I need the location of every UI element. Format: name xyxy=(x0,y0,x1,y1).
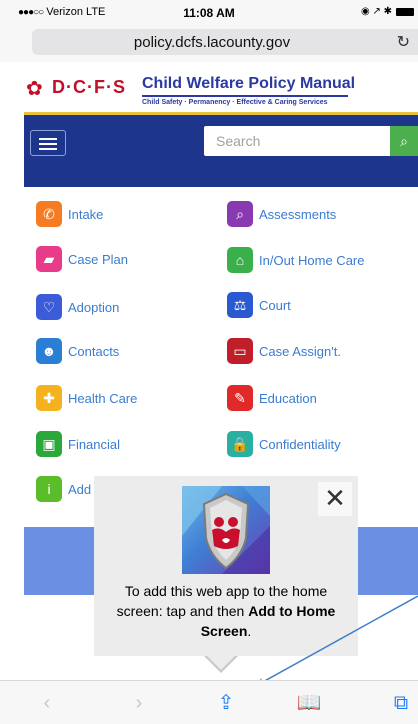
menu-item-case-plan[interactable]: ▰ Case Plan xyxy=(36,246,128,272)
medical-kit-icon: ✚ xyxy=(36,385,62,411)
menu-item-label: Contacts xyxy=(68,343,120,359)
title-underline xyxy=(142,95,348,97)
menu-item-add[interactable]: i Add xyxy=(36,476,91,502)
menu-item-financial[interactable]: ▣ Financial xyxy=(36,431,120,457)
menu-item-label: Confidentiality xyxy=(259,436,341,452)
menu-item-case-assign[interactable]: ▭ Case Assign't. xyxy=(227,338,341,364)
phone-icon: ✆ xyxy=(36,201,62,227)
folder-icon: ▰ xyxy=(36,246,62,272)
battery-icon xyxy=(396,7,414,16)
menu-item-intake[interactable]: ✆ Intake xyxy=(36,201,103,227)
menu-item-adoption[interactable]: ♡ Adoption xyxy=(36,294,119,320)
status-icons-text: ◉ ↗ ✱ xyxy=(360,6,392,17)
menu-item-education[interactable]: ✎ Education xyxy=(227,385,317,411)
folder-open-icon: ▭ xyxy=(227,338,253,364)
browser-toolbar: ‹ › ⇪ 📖 ⧉ xyxy=(0,680,418,724)
site-title[interactable]: Child Welfare Policy Manual xyxy=(142,75,355,93)
menu-item-court[interactable]: ⚖ Court xyxy=(227,292,291,318)
popup-text-middle: and then xyxy=(185,603,249,619)
menu-item-assessments[interactable]: ⌕ Assessments xyxy=(227,201,336,227)
info-icon: i xyxy=(36,476,62,502)
reload-icon[interactable]: ↻ xyxy=(397,32,410,52)
nav-bar: ⌕ xyxy=(24,112,418,187)
lock-icon: 🔒 xyxy=(227,431,253,457)
bookmarks-icon: 📖 xyxy=(296,692,322,714)
search-button[interactable]: ⌕ xyxy=(390,126,418,156)
back-button[interactable]: ‹ xyxy=(32,689,62,717)
url-text: policy.dcfs.lacounty.gov xyxy=(133,34,291,51)
menu-item-label: Financial xyxy=(68,436,121,452)
back-icon: ‹ xyxy=(43,692,51,714)
search-input[interactable] xyxy=(204,126,390,156)
menu-item-label: Case Assign't. xyxy=(259,343,341,359)
bookmarks-button[interactable]: 📖 xyxy=(294,689,324,717)
menu-bar-icon xyxy=(39,138,57,140)
menu-item-confidentiality[interactable]: 🔒 Confidentiality xyxy=(227,431,341,457)
money-icon: ▣ xyxy=(36,431,62,457)
logo-text[interactable]: D·C·F·S xyxy=(52,77,126,98)
search-icon: ⌕ xyxy=(227,201,253,227)
menu-item-label: Health Care xyxy=(68,390,138,406)
address-bar: policy.dcfs.lacounty.gov ↻ xyxy=(0,24,418,62)
close-popup-button[interactable]: ✕ xyxy=(318,482,352,516)
menu-bar-icon xyxy=(39,148,57,150)
menu-item-label: Assessments xyxy=(259,206,337,222)
forward-icon: › xyxy=(135,692,143,714)
tabs-icon: ⧉ xyxy=(393,692,409,714)
popup-text-end: . xyxy=(247,623,252,639)
menu-item-label: Add xyxy=(68,481,92,497)
menu-item-label: Case Plan xyxy=(68,251,128,267)
forward-button[interactable]: › xyxy=(124,689,154,717)
hamburger-menu-button[interactable] xyxy=(30,130,66,156)
menu-item-label: Intake xyxy=(68,206,104,222)
popup-instructions: To add this web app to the home screen: … xyxy=(102,581,350,641)
tabs-button[interactable]: ⧉ xyxy=(386,689,416,717)
status-time: 11:08 AM xyxy=(183,6,235,20)
shield-icon xyxy=(182,486,270,574)
menu-item-label: In/Out Home Care xyxy=(259,252,365,268)
add-to-home-popup: ✕ To add this web app to the home screen… xyxy=(94,476,358,656)
share-button[interactable]: ⇪ xyxy=(211,689,241,717)
menu-item-in-out-home-care[interactable]: ⌂ In/Out Home Care xyxy=(227,247,365,273)
menu-item-health-care[interactable]: ✚ Health Care xyxy=(36,385,137,411)
heart-icon: ♡ xyxy=(36,294,62,320)
pencil-icon: ✎ xyxy=(227,385,253,411)
status-icons: ◉ ↗ ✱ xyxy=(361,6,414,17)
popup-arrow xyxy=(207,656,235,670)
contacts-icon: ☻ xyxy=(36,338,62,364)
menu-item-label: Education xyxy=(259,390,317,406)
home-icon: ⌂ xyxy=(227,247,253,273)
menu-item-label: Adoption xyxy=(68,299,120,315)
status-bar: ●●●○○ Verizon LTE 11:08 AM ◉ ↗ ✱ xyxy=(0,0,418,24)
menu-item-label: Court xyxy=(259,297,291,313)
search-icon: ⌕ xyxy=(400,133,408,149)
dcfs-logo-icon: ✿ xyxy=(26,78,43,100)
url-field[interactable]: policy.dcfs.lacounty.gov ↻ xyxy=(32,29,418,55)
scales-icon: ⚖ xyxy=(227,292,253,318)
close-icon: ✕ xyxy=(324,483,346,513)
site-header: ✿ D·C·F·S Child Welfare Policy Manual Ch… xyxy=(24,62,418,112)
menu-bar-icon xyxy=(39,143,57,145)
menu-item-contacts[interactable]: ☻ Contacts xyxy=(36,338,119,364)
share-icon: ⇪ xyxy=(217,692,235,714)
app-icon xyxy=(182,486,270,574)
site-tagline: Child Safety · Permanency · Effective & … xyxy=(142,99,328,106)
